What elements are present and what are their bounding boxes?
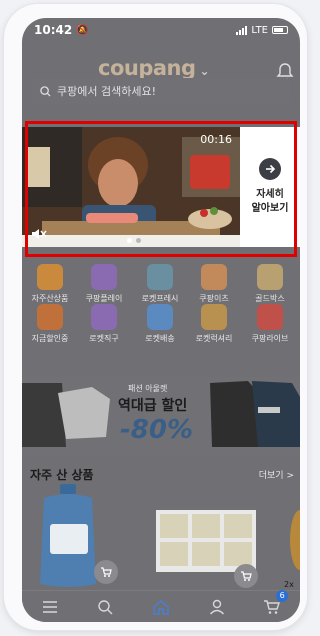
category-label: 로켓배송 [145,334,175,343]
logo-text: coupang [98,56,196,80]
category-item[interactable]: 쿠팡이츠 [186,264,242,304]
product-card[interactable] [152,484,262,592]
category-label: 로켓프레시 [141,294,179,303]
fresh-icon [147,264,173,290]
phone-frame: 10:42 🔕 LTE coupang ⌄ 쿠팡에서 검색하세요! 00:16 … [4,4,307,630]
category-item[interactable]: 쿠팡플레이 [76,264,132,304]
add-to-cart-button[interactable] [94,560,118,584]
banner-title: 역대급 할인 [118,398,188,414]
tab-home[interactable] [147,596,175,618]
search-icon [40,85,51,97]
category-label: 쿠팡이츠 [199,294,229,303]
category-item[interactable]: 자주산상품 [22,264,78,304]
search-icon [98,599,113,614]
cart-icon [241,571,252,581]
play-icon [91,264,117,290]
promo-banner[interactable]: 패션 아울렛 역대급 할인 -80% [22,377,300,455]
home-icon [153,599,169,615]
coupang-logo[interactable]: coupang ⌄ [98,56,210,80]
network-label: LTE [251,24,268,36]
banner-discount: -80% [120,415,194,445]
signal-icon [236,25,248,35]
search-placeholder: 쿠팡에서 검색하세요! [57,85,156,98]
cart-icon [101,567,112,577]
status-right: LTE [236,25,288,36]
category-label: 로켓직구 [89,334,119,343]
status-time: 10:42 [34,23,73,37]
category-label: 지금할인중 [31,334,69,343]
product-card[interactable] [30,484,118,592]
cart-count-badge: 6 [276,589,289,602]
product-card[interactable]: 2x [280,484,300,592]
category-label: 로켓럭셔리 [195,334,233,343]
product-quantity: 2x [284,580,294,589]
clock-icon [37,304,63,330]
luxury-icon [201,304,227,330]
category-item[interactable]: 로켓직구 [76,304,132,344]
tab-search[interactable] [91,596,119,618]
section-more-link[interactable]: 더보기 > [259,468,294,481]
product-image [290,510,300,570]
mute-bell-icon: 🔕 [76,24,89,36]
app-screen: 10:42 🔕 LTE coupang ⌄ 쿠팡에서 검색하세요! 00:16 … [22,18,300,622]
chevron-down-icon: ⌄ [199,64,210,78]
category-item[interactable]: 골드박스 [242,264,298,304]
basket-icon [37,264,63,290]
category-label: 자주산상품 [31,294,69,303]
goldbox-icon [257,264,283,290]
category-label: 쿠팡플레이 [85,294,123,303]
category-item[interactable]: 로켓배송 [132,304,188,344]
section-title: 자주 산 상품 [30,468,94,482]
category-item[interactable]: 쿠팡라이브 [242,304,298,344]
category-item[interactable]: 로켓럭셔리 [186,304,242,344]
globe-icon [91,304,117,330]
status-bar: 10:42 🔕 LTE [22,18,300,42]
tab-cart[interactable]: 6 [258,589,289,618]
category-label: 쿠팡라이브 [251,334,289,343]
rocket-icon [147,304,173,330]
user-icon [209,599,224,614]
category-item[interactable]: 지금할인중 [22,304,78,344]
tab-menu[interactable] [36,596,64,618]
menu-icon [42,600,57,613]
tab-my[interactable] [203,596,231,618]
battery-icon [272,26,288,34]
add-to-cart-button[interactable] [234,564,258,588]
eats-icon [201,264,227,290]
category-label: 골드박스 [255,294,285,303]
bottom-tab-bar: 6 [22,589,300,622]
category-item[interactable]: 로켓프레시 [132,264,188,304]
highlight-box [25,121,297,257]
search-input[interactable]: 쿠팡에서 검색하세요! [32,78,290,104]
live-icon [257,304,283,330]
banner-subtitle: 패션 아울렛 [128,384,168,393]
